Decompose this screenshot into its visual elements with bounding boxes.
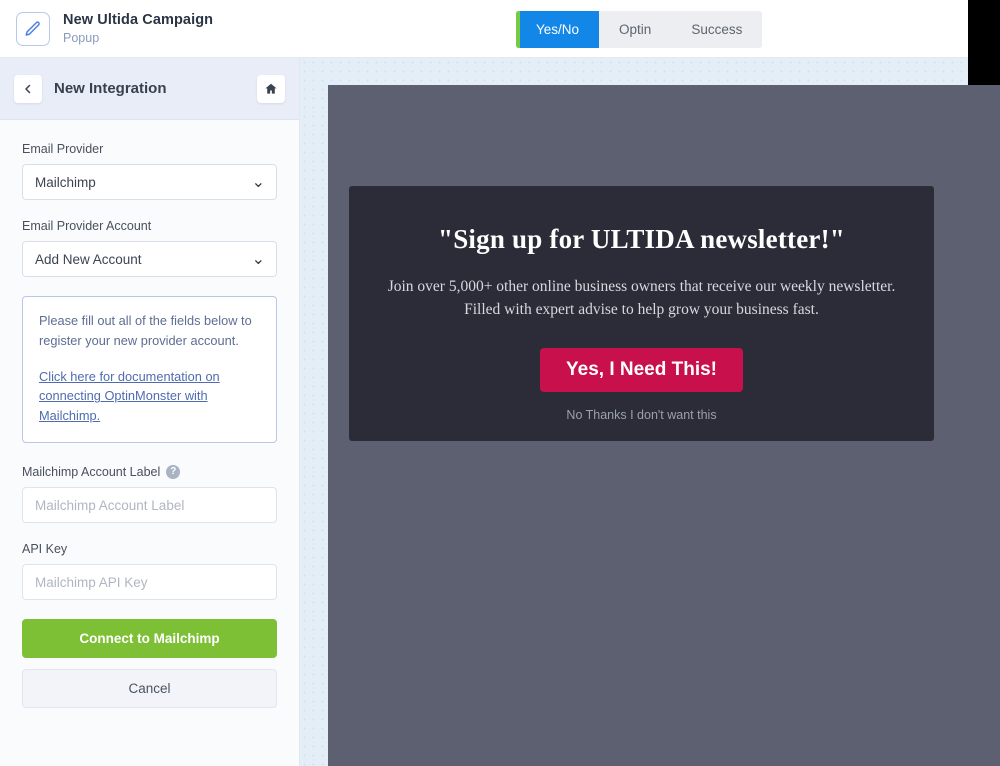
integration-form: Email Provider Mailchimp ⌄ Email Provide… [0,120,299,709]
sidebar-title: New Integration [54,80,167,97]
label-account-label: Mailchimp Account Label ? [22,465,277,480]
back-button[interactable] [14,74,42,103]
label-email-provider: Email Provider [22,142,104,156]
sidebar: New Integration Email Provider Mailchimp… [0,58,300,766]
documentation-link[interactable]: Click here for documentation on connecti… [39,367,260,426]
label-account-label-text: Mailchimp Account Label [22,465,161,480]
select-email-provider-account-value: Add New Account [35,251,142,267]
info-box: Please fill out all of the fields below … [22,296,277,444]
popup-decline-link[interactable]: No Thanks I don't want this [566,408,716,422]
topbar: New Ultida Campaign Popup Yes/No Optin S… [0,0,968,58]
sidebar-header: New Integration [0,58,299,120]
popup-subtext-line1: Join over 5,000+ other online business o… [387,278,896,295]
field-account-label: Mailchimp Account Label ? [22,465,277,524]
chevron-down-icon: ⌄ [251,174,265,191]
cancel-button[interactable]: Cancel [22,669,277,709]
input-account-label[interactable] [22,487,277,524]
tab-success[interactable]: Success [671,11,763,48]
right-black-strip [968,0,1000,85]
popup-headline[interactable]: "Sign up for ULTIDA newsletter!" [438,224,845,255]
help-icon[interactable]: ? [166,465,181,480]
campaign-type: Popup [63,30,100,45]
field-api-key: API Key [22,542,277,601]
campaign-tabs: Yes/No Optin Success [516,11,763,48]
info-box-text: Please fill out all of the fields below … [39,313,252,348]
select-email-provider-value: Mailchimp [35,174,96,190]
label-api-key: API Key [22,542,68,557]
field-email-provider-account: Email Provider Account Add New Account ⌄ [22,219,277,277]
tab-yes-no[interactable]: Yes/No [516,11,600,48]
campaign-title: New Ultida Campaign [63,11,214,28]
input-api-key[interactable] [22,564,277,601]
popup-subtext[interactable]: Join over 5,000+ other online business o… [388,275,896,322]
tab-optin[interactable]: Optin [599,11,672,48]
field-email-provider: Email Provider Mailchimp ⌄ [22,142,277,200]
brand-text: New Ultida Campaign Popup [63,12,213,45]
select-email-provider-account[interactable]: Add New Account ⌄ [22,241,277,277]
popup-subtext-line2: Filled with expert advise to help grow y… [464,301,819,319]
connect-button[interactable]: Connect to Mailchimp [22,619,277,659]
campaign-brand: New Ultida Campaign Popup [0,11,213,46]
app-root: New Ultida Campaign Popup Yes/No Optin S… [0,0,1000,766]
popup-preview: "Sign up for ULTIDA newsletter!" Join ov… [349,186,934,441]
chevron-down-icon: ⌄ [251,251,265,268]
home-icon[interactable] [257,74,285,103]
select-email-provider[interactable]: Mailchimp ⌄ [22,164,277,200]
label-email-provider-account: Email Provider Account [22,219,152,233]
campaign-preview-area: "Sign up for ULTIDA newsletter!" Join ov… [328,85,1000,766]
pencil-icon[interactable] [16,11,50,46]
popup-cta-button[interactable]: Yes, I Need This! [540,347,743,392]
